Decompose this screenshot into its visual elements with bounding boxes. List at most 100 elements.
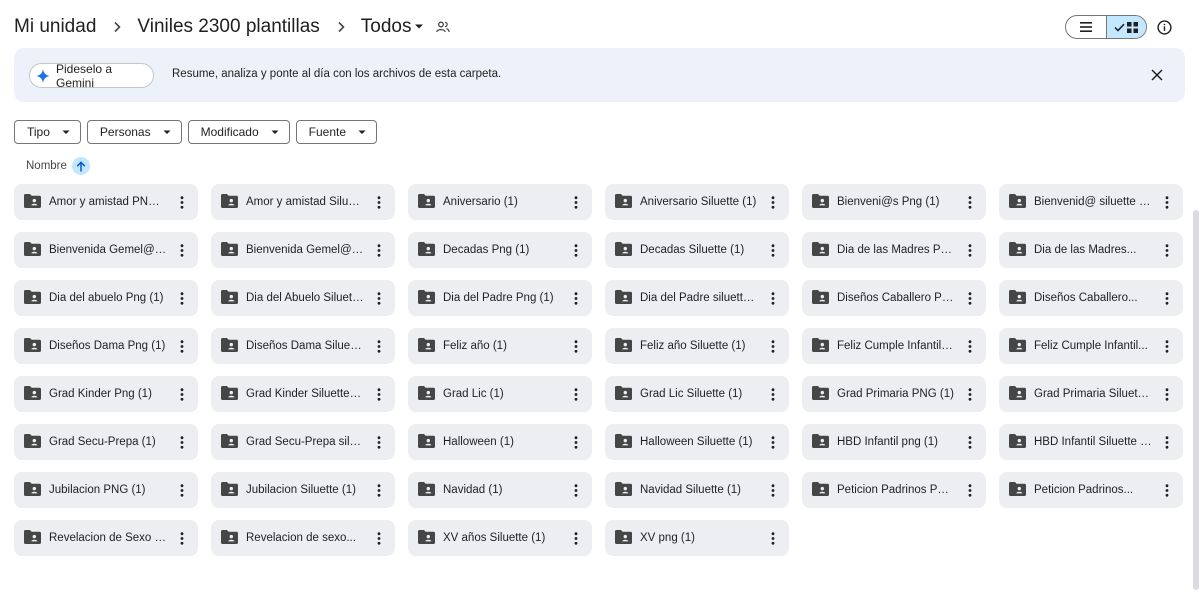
more-vert-icon[interactable] — [371, 338, 387, 354]
more-vert-icon[interactable] — [1159, 290, 1175, 306]
more-vert-icon[interactable] — [568, 242, 584, 258]
folder-card[interactable]: Grad Kinder Png (1) — [14, 376, 198, 412]
breadcrumb-parent[interactable]: Viniles 2300 plantillas — [137, 16, 319, 38]
more-vert-icon[interactable] — [765, 338, 781, 354]
folder-card[interactable]: Grad Secu-Prepa silue... — [211, 424, 395, 460]
more-vert-icon[interactable] — [371, 434, 387, 450]
more-vert-icon[interactable] — [568, 434, 584, 450]
folder-card[interactable]: Grad Kinder Siluette (1) — [211, 376, 395, 412]
folder-card[interactable]: Amor y amistad Siluette... — [211, 184, 395, 220]
more-vert-icon[interactable] — [962, 242, 978, 258]
more-vert-icon[interactable] — [1159, 386, 1175, 402]
folder-card[interactable]: Halloween (1) — [408, 424, 592, 460]
folder-card[interactable]: Revelacion de Sexo Pn... — [14, 520, 198, 556]
folder-card[interactable]: Amor y amistad PNG (1) — [14, 184, 198, 220]
folder-card[interactable]: Jubilacion PNG (1) — [14, 472, 198, 508]
more-vert-icon[interactable] — [174, 290, 190, 306]
more-vert-icon[interactable] — [371, 194, 387, 210]
more-vert-icon[interactable] — [174, 338, 190, 354]
folder-card[interactable]: Dia del Padre siluette (1) — [605, 280, 789, 316]
folder-card[interactable]: HBD Infantil Siluette (1) — [999, 424, 1183, 460]
folder-card[interactable]: Dia de las Madres... — [999, 232, 1183, 268]
close-icon[interactable] — [1150, 68, 1164, 82]
more-vert-icon[interactable] — [765, 242, 781, 258]
more-vert-icon[interactable] — [371, 530, 387, 546]
folder-card[interactable]: Bienvenida Gemel@s... — [211, 232, 395, 268]
more-vert-icon[interactable] — [962, 194, 978, 210]
folder-card[interactable]: Diseños Caballero... — [999, 280, 1183, 316]
filter-people[interactable]: Personas — [86, 120, 182, 144]
more-vert-icon[interactable] — [962, 338, 978, 354]
folder-card[interactable]: HBD Infantil png (1) — [802, 424, 986, 460]
more-vert-icon[interactable] — [371, 242, 387, 258]
more-vert-icon[interactable] — [1159, 194, 1175, 210]
folder-card[interactable]: Diseños Dama Png (1) — [14, 328, 198, 364]
folder-card[interactable]: Grad Primaria PNG (1) — [802, 376, 986, 412]
more-vert-icon[interactable] — [1159, 338, 1175, 354]
filter-type[interactable]: Tipo — [14, 120, 81, 144]
more-vert-icon[interactable] — [371, 290, 387, 306]
more-vert-icon[interactable] — [568, 194, 584, 210]
folder-card[interactable]: Dia del Abuelo Siluette... — [211, 280, 395, 316]
more-vert-icon[interactable] — [174, 242, 190, 258]
folder-card[interactable]: Bienveni@s Png (1) — [802, 184, 986, 220]
folder-card[interactable]: Jubilacion Siluette (1) — [211, 472, 395, 508]
folder-card[interactable]: Aniversario Siluette (1) — [605, 184, 789, 220]
grid-view-button[interactable] — [1105, 16, 1146, 38]
folder-card[interactable]: Peticion Padrinos... — [999, 472, 1183, 508]
more-vert-icon[interactable] — [568, 386, 584, 402]
filter-source[interactable]: Fuente — [295, 120, 377, 144]
more-vert-icon[interactable] — [1159, 434, 1175, 450]
folder-card[interactable]: Diseños Dama Siluette... — [211, 328, 395, 364]
folder-card[interactable]: Navidad Siluette (1) — [605, 472, 789, 508]
more-vert-icon[interactable] — [568, 338, 584, 354]
folder-card[interactable]: Navidad (1) — [408, 472, 592, 508]
more-vert-icon[interactable] — [371, 482, 387, 498]
folder-card[interactable]: Dia de las Madres Png (1) — [802, 232, 986, 268]
folder-card[interactable]: Grad Lic (1) — [408, 376, 592, 412]
folder-card[interactable]: Dia del Padre Png (1) — [408, 280, 592, 316]
more-vert-icon[interactable] — [765, 194, 781, 210]
folder-card[interactable]: Halloween Siluette (1) — [605, 424, 789, 460]
folder-card[interactable]: Feliz Cumple Infantil PN... — [802, 328, 986, 364]
more-vert-icon[interactable] — [765, 386, 781, 402]
more-vert-icon[interactable] — [371, 386, 387, 402]
more-vert-icon[interactable] — [1159, 482, 1175, 498]
folder-card[interactable]: XV años Siluette (1) — [408, 520, 592, 556]
more-vert-icon[interactable] — [174, 530, 190, 546]
more-vert-icon[interactable] — [962, 386, 978, 402]
filter-modified[interactable]: Modificado — [187, 120, 290, 144]
folder-card[interactable]: Peticion Padrinos Png (1) — [802, 472, 986, 508]
folder-card[interactable]: Grad Secu-Prepa (1) — [14, 424, 198, 460]
folder-card[interactable]: Bienvenida Gemel@s... — [14, 232, 198, 268]
more-vert-icon[interactable] — [765, 482, 781, 498]
more-vert-icon[interactable] — [1159, 242, 1175, 258]
folder-card[interactable]: Decadas Png (1) — [408, 232, 592, 268]
folder-card[interactable]: Diseños Caballero PNG... — [802, 280, 986, 316]
folder-card[interactable]: Revelacion de sexo... — [211, 520, 395, 556]
more-vert-icon[interactable] — [174, 434, 190, 450]
folder-card[interactable]: Feliz año Siluette (1) — [605, 328, 789, 364]
more-vert-icon[interactable] — [174, 194, 190, 210]
arrow-up-icon[interactable] — [71, 157, 90, 175]
ask-gemini-button[interactable]: Pideselo a Gemini — [29, 62, 154, 90]
info-icon[interactable] — [1155, 18, 1173, 36]
more-vert-icon[interactable] — [962, 290, 978, 306]
folder-card[interactable]: Aniversario (1) — [408, 184, 592, 220]
more-vert-icon[interactable] — [765, 434, 781, 450]
more-vert-icon[interactable] — [568, 530, 584, 546]
more-vert-icon[interactable] — [765, 290, 781, 306]
folder-card[interactable]: Bienvenid@ siluette (1) — [999, 184, 1183, 220]
scrollbar-thumb[interactable] — [1193, 210, 1199, 590]
more-vert-icon[interactable] — [765, 530, 781, 546]
folder-card[interactable]: XV png (1) — [605, 520, 789, 556]
folder-card[interactable]: Feliz Cumple Infantil... — [999, 328, 1183, 364]
folder-card[interactable]: Decadas Siluette (1) — [605, 232, 789, 268]
more-vert-icon[interactable] — [174, 386, 190, 402]
breadcrumb-current-button[interactable]: Todos — [361, 16, 425, 38]
more-vert-icon[interactable] — [962, 482, 978, 498]
more-vert-icon[interactable] — [568, 482, 584, 498]
folder-card[interactable]: Grad Primaria Siluette (1) — [999, 376, 1183, 412]
folder-card[interactable]: Dia del abuelo Png (1) — [14, 280, 198, 316]
breadcrumb-root[interactable]: Mi unidad — [14, 16, 96, 38]
